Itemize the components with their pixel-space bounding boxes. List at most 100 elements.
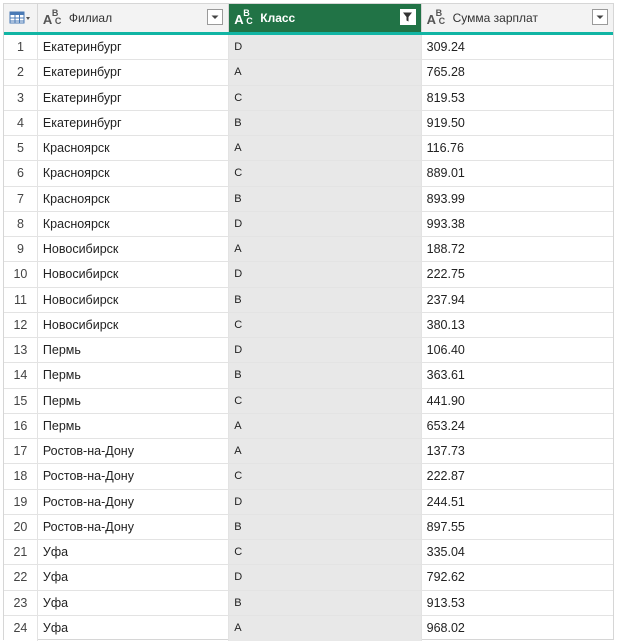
table-row[interactable]: 14 Пермь B 363.61	[4, 363, 613, 389]
table-row[interactable]: 12 Новосибирск C 380.13	[4, 312, 613, 338]
table-row[interactable]: 2 Екатеринбург A 765.28	[4, 60, 613, 86]
cell-summa[interactable]: 792.62	[422, 565, 613, 589]
table-row[interactable]: 17 Ростов-на-Дону A 137.73	[4, 439, 613, 465]
row-number[interactable]: 20	[4, 514, 38, 539]
row-number[interactable]: 13	[4, 338, 38, 363]
cell-summa[interactable]: 819.53	[422, 86, 613, 110]
table-row[interactable]: 11 Новосибирск B 237.94	[4, 287, 613, 313]
row-number[interactable]: 2	[4, 60, 38, 85]
cell-klass[interactable]: C	[229, 464, 422, 489]
cell-klass[interactable]: C	[229, 161, 422, 186]
table-row[interactable]: 16 Пермь A 653.24	[4, 413, 613, 439]
table-row[interactable]: 7 Красноярск B 893.99	[4, 186, 613, 212]
cell-klass[interactable]: B	[229, 287, 422, 312]
cell-summa[interactable]: 380.13	[422, 313, 613, 337]
table-row[interactable]: 19 Ростов-на-Дону D 244.51	[4, 489, 613, 515]
cell-summa[interactable]: 993.38	[422, 212, 613, 236]
cell-summa[interactable]: 137.73	[422, 439, 613, 463]
cell-klass[interactable]: D	[229, 262, 422, 287]
row-number[interactable]: 15	[4, 388, 38, 413]
cell-filial[interactable]: Екатеринбург	[38, 110, 230, 135]
row-number[interactable]: 19	[4, 489, 38, 514]
cell-summa[interactable]: 244.51	[422, 490, 613, 514]
row-number[interactable]: 18	[4, 464, 38, 489]
cell-filial[interactable]: Уфа	[38, 565, 230, 590]
cell-summa[interactable]: 237.94	[422, 288, 613, 312]
row-number[interactable]: 12	[4, 312, 38, 337]
table-row[interactable]: 15 Пермь C 441.90	[4, 388, 613, 414]
cell-summa[interactable]: 441.90	[422, 389, 613, 413]
cell-filial[interactable]: Ростов-на-Дону	[38, 514, 230, 539]
row-number[interactable]: 3	[4, 85, 38, 110]
cell-summa[interactable]: 913.53	[422, 591, 613, 615]
table-row[interactable]: 1 Екатеринбург D 309.24	[4, 35, 613, 61]
cell-summa[interactable]: 889.01	[422, 161, 613, 185]
cell-summa[interactable]: 897.55	[422, 515, 613, 539]
cell-filial[interactable]: Красноярск	[38, 161, 230, 186]
cell-klass[interactable]: C	[229, 540, 422, 565]
text-type-icon[interactable]: ABC	[43, 8, 65, 27]
cell-klass[interactable]: B	[229, 110, 422, 135]
cell-klass[interactable]: B	[229, 514, 422, 539]
row-number[interactable]: 16	[4, 413, 38, 438]
cell-klass[interactable]: D	[229, 211, 422, 236]
table-row[interactable]: 9 Новосибирск A 188.72	[4, 237, 613, 263]
cell-filial[interactable]: Красноярск	[38, 136, 230, 161]
cell-klass[interactable]: D	[229, 565, 422, 590]
cell-klass[interactable]: D	[229, 35, 422, 60]
cell-klass[interactable]: B	[229, 590, 422, 615]
cell-klass[interactable]: C	[229, 85, 422, 110]
cell-filial[interactable]: Ростов-на-Дону	[38, 439, 230, 464]
cell-filial[interactable]: Екатеринбург	[38, 60, 230, 85]
cell-summa[interactable]: 968.02	[422, 616, 613, 641]
cell-filial[interactable]: Уфа	[38, 615, 230, 641]
cell-summa[interactable]: 222.87	[422, 464, 613, 488]
cell-filial[interactable]: Пермь	[38, 413, 230, 438]
cell-klass[interactable]: C	[229, 312, 422, 337]
cell-filial[interactable]: Екатеринбург	[38, 85, 230, 110]
cell-klass[interactable]: D	[229, 338, 422, 363]
table-row[interactable]: 4 Екатеринбург B 919.50	[4, 110, 613, 136]
row-number[interactable]: 4	[4, 110, 38, 135]
cell-filial[interactable]: Новосибирск	[38, 237, 230, 262]
filter-button-klass[interactable]	[399, 9, 416, 25]
cell-filial[interactable]: Красноярск	[38, 211, 230, 236]
cell-summa[interactable]: 116.76	[422, 136, 613, 160]
row-number[interactable]: 22	[4, 565, 38, 590]
row-number[interactable]: 21	[4, 540, 38, 565]
cell-filial[interactable]: Екатеринбург	[38, 35, 230, 60]
cell-filial[interactable]: Новосибирск	[38, 312, 230, 337]
cell-filial[interactable]: Пермь	[38, 338, 230, 363]
table-row[interactable]: 10 Новосибирск D 222.75	[4, 262, 613, 288]
cell-summa[interactable]: 335.04	[422, 540, 613, 564]
table-row[interactable]: 13 Пермь D 106.40	[4, 338, 613, 364]
column-header-klass[interactable]: ABC Класс	[229, 4, 422, 32]
table-row[interactable]: 22 Уфа D 792.62	[4, 565, 613, 591]
column-header-filial[interactable]: ABC Филиал	[37, 4, 230, 32]
row-number[interactable]: 8	[4, 211, 38, 236]
text-type-icon[interactable]: ABC	[427, 8, 449, 27]
cell-klass[interactable]: A	[229, 439, 422, 464]
cell-filial[interactable]: Ростов-на-Дону	[38, 464, 230, 489]
table-row[interactable]: 6 Красноярск C 889.01	[4, 161, 613, 187]
cell-filial[interactable]: Пермь	[38, 363, 230, 388]
row-number[interactable]: 10	[4, 262, 38, 287]
row-number[interactable]: 7	[4, 186, 38, 211]
cell-filial[interactable]: Новосибирск	[38, 287, 230, 312]
cell-filial[interactable]: Новосибирск	[38, 262, 230, 287]
table-row[interactable]: 5 Красноярск A 116.76	[4, 136, 613, 162]
column-header-summa[interactable]: ABC Сумма зарплат	[421, 4, 614, 32]
row-number[interactable]: 17	[4, 439, 38, 464]
table-row[interactable]: 24 Уфа A 968.02	[4, 615, 613, 641]
cell-klass[interactable]: A	[229, 237, 422, 262]
cell-summa[interactable]: 363.61	[422, 363, 613, 387]
cell-klass[interactable]: B	[229, 186, 422, 211]
text-type-icon[interactable]: ABC	[234, 8, 256, 27]
cell-klass[interactable]: C	[229, 388, 422, 413]
cell-summa[interactable]: 222.75	[422, 262, 613, 286]
cell-summa[interactable]: 919.50	[422, 111, 613, 135]
dropdown-button-summa[interactable]	[592, 9, 609, 25]
row-number[interactable]: 9	[4, 237, 38, 262]
row-number[interactable]: 14	[4, 363, 38, 388]
cell-filial[interactable]: Красноярск	[38, 186, 230, 211]
